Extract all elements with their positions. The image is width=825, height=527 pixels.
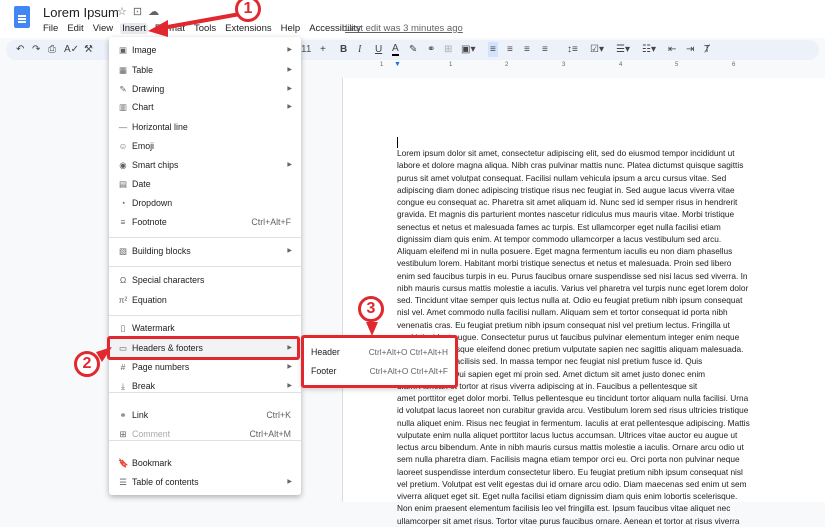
body-line: ullamcorper sit amet risus. Tortor vitae… bbox=[397, 515, 750, 527]
body-line: Non enim praesent elementum facilisis le… bbox=[397, 502, 750, 514]
annotation-badge-3: 3 bbox=[358, 296, 384, 322]
annotation-badge-2: 2 bbox=[74, 351, 100, 377]
annotation-arrows bbox=[0, 0, 825, 502]
